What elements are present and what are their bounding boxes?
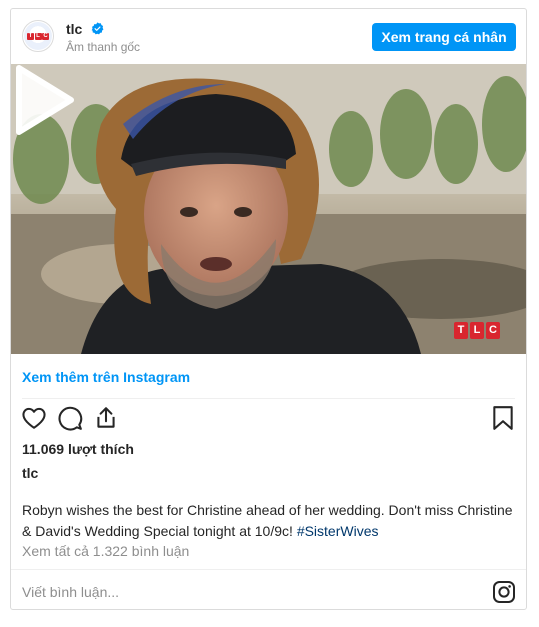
video-thumbnail[interactable]: T L C (11, 64, 526, 354)
comment-input[interactable] (22, 581, 462, 603)
divider (22, 398, 515, 399)
like-count[interactable]: 11.069 lượt thích (22, 441, 134, 457)
video-frame-illustration (11, 64, 526, 354)
badge-letter-c: C (486, 322, 500, 339)
instagram-embed-card: TLC tlc Âm thanh gốc Xem trang cá nhân T… (10, 8, 527, 610)
username-link[interactable]: tlc (66, 21, 82, 37)
badge-letter-t: T (454, 322, 468, 339)
action-bar (11, 405, 526, 433)
view-profile-button[interactable]: Xem trang cá nhân (372, 23, 516, 51)
verified-badge-icon (91, 22, 104, 35)
avatar[interactable]: TLC (22, 20, 54, 52)
post-owner-username[interactable]: tlc (22, 465, 38, 481)
post-caption: Robyn wishes the best for Christine ahea… (22, 500, 520, 542)
view-all-comments-link[interactable]: Xem tất cả 1.322 bình luận (22, 543, 189, 559)
tlc-watermark: T L C (454, 322, 500, 339)
bookmark-icon[interactable] (490, 405, 516, 431)
caption-text: Robyn wishes the best for Christine ahea… (22, 502, 513, 539)
avatar-letter-l: L (34, 32, 42, 40)
hashtag-link[interactable]: #SisterWives (297, 523, 379, 539)
view-more-on-instagram-link[interactable]: Xem thêm trên Instagram (22, 369, 190, 385)
comment-icon[interactable] (57, 405, 83, 431)
heart-icon[interactable] (21, 405, 47, 431)
avatar-letter-t: T (26, 32, 34, 40)
avatar-logo: TLC (24, 22, 52, 50)
divider (11, 569, 526, 570)
instagram-logo-icon[interactable] (492, 580, 516, 604)
badge-letter-l: L (470, 322, 484, 339)
avatar-letter-c: C (42, 32, 50, 40)
play-icon[interactable] (11, 64, 75, 136)
audio-subtitle[interactable]: Âm thanh gốc (66, 40, 140, 54)
post-header: TLC tlc Âm thanh gốc Xem trang cá nhân (11, 9, 526, 64)
share-icon[interactable] (93, 405, 119, 431)
